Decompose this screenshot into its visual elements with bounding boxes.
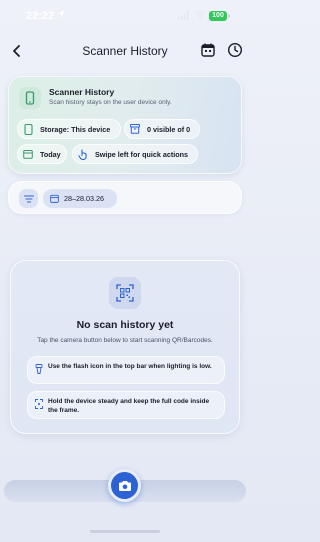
empty-state-title: No scan history yet — [76, 319, 174, 331]
home-indicator — [90, 530, 160, 533]
scan-frame-icon — [35, 399, 43, 409]
nav-bar: Scanner History — [0, 38, 250, 64]
status-time: 22:22 — [26, 10, 55, 22]
swipe-hint-label: Swipe left for quick actions — [95, 149, 189, 159]
today-chip: Today — [17, 144, 67, 164]
today-chip-label: Today — [40, 149, 61, 159]
filter-icon — [23, 194, 34, 203]
battery-tip — [228, 14, 230, 18]
status-bar: 22:22 100 — [0, 0, 250, 32]
phone-icon — [25, 91, 35, 105]
camera-icon — [118, 480, 131, 491]
qr-icon-box — [109, 277, 141, 309]
camera-scan-button[interactable] — [108, 469, 141, 502]
qr-scan-icon — [116, 284, 134, 302]
signal-icon — [178, 11, 189, 20]
tip-flash-text: Use the flash icon in the top bar when l… — [48, 363, 212, 370]
storage-chip: Storage: This device — [17, 119, 121, 139]
phone-small-icon — [21, 122, 35, 136]
visible-count-chip: 0 visible of 0 — [124, 119, 200, 139]
empty-state-card: No scan history yet Tap the camera butto… — [10, 260, 240, 434]
history-clock-icon[interactable] — [227, 42, 243, 58]
info-subtitle: Scan history stays on the user device on… — [49, 99, 172, 106]
swipe-hint-chip: Swipe left for quick actions — [72, 144, 198, 164]
tip-steady: Hold the device steady and keep the full… — [27, 391, 225, 419]
info-card: Scanner History Scan history stays on th… — [8, 76, 242, 174]
filter-bar: 28–28.03.26 — [8, 181, 242, 214]
calendar-small-icon — [50, 194, 59, 203]
swipe-hand-icon — [76, 147, 90, 161]
tip-flash: Use the flash icon in the top bar when l… — [27, 356, 225, 384]
phone-icon-box — [19, 87, 41, 109]
filter-button[interactable] — [19, 189, 38, 208]
visible-count-label: 0 visible of 0 — [147, 124, 191, 134]
date-range-chip[interactable]: 28–28.03.26 — [43, 189, 117, 208]
calendar-small-icon — [21, 147, 35, 161]
archive-icon — [128, 122, 142, 136]
info-title: Scanner History — [49, 87, 115, 97]
location-arrow-icon — [57, 10, 65, 18]
empty-state-subtitle: Tap the camera button below to start sca… — [37, 337, 213, 344]
flashlight-icon — [35, 364, 43, 374]
wifi-icon — [194, 10, 206, 20]
battery-icon: 100 — [209, 11, 227, 21]
date-range-label: 28–28.03.26 — [64, 194, 104, 203]
storage-chip-label: Storage: This device — [40, 124, 111, 134]
calendar-icon[interactable] — [200, 42, 216, 58]
tip-steady-text: Hold the device steady and keep the full… — [48, 398, 210, 414]
